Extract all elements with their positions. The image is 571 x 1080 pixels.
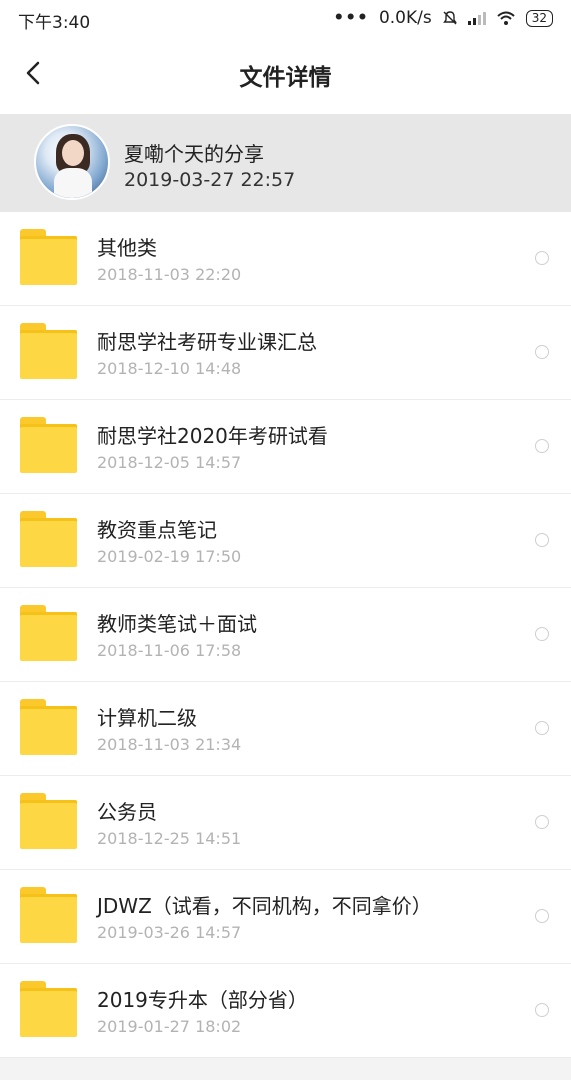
file-date: 2018-11-03 22:20: [97, 265, 242, 284]
nav-bar: 文件详情: [0, 36, 571, 114]
file-date: 2018-12-05 14:57: [97, 453, 242, 472]
file-name: JDWZ（试看，不同机构，不同拿价）: [97, 894, 432, 918]
file-row[interactable]: 公务员 2018-12-25 14:51: [0, 776, 571, 870]
select-radio-icon[interactable]: [535, 533, 549, 547]
page-title: 文件详情: [239, 65, 332, 91]
more-dots: •••: [333, 8, 369, 28]
file-date: 2018-12-25 14:51: [97, 829, 242, 848]
file-name: 耐思学社考研专业课汇总: [97, 330, 317, 354]
select-radio-icon[interactable]: [535, 251, 549, 265]
file-row[interactable]: 计算机二级 2018-11-03 21:34: [0, 682, 571, 776]
file-row[interactable]: 耐思学社考研专业课汇总 2018-12-10 14:48: [0, 306, 571, 400]
file-date: 2019-01-27 18:02: [97, 1017, 242, 1036]
select-radio-icon[interactable]: [535, 439, 549, 453]
status-icons: ••• 0.0K/s 32: [333, 8, 553, 28]
file-date: 2018-11-03 21:34: [97, 735, 242, 754]
file-list: 其他类 2018-11-03 22:20 耐思学社考研专业课汇总 2018-12…: [0, 212, 571, 1058]
folder-icon: [20, 511, 78, 567]
status-bar: 下午3:40 ••• 0.0K/s 32: [0, 0, 571, 36]
folder-icon: [20, 981, 78, 1037]
select-radio-icon[interactable]: [535, 345, 549, 359]
share-header: 夏嘞个天的分享 2019-03-27 22:57: [0, 114, 571, 212]
share-date: 2019-03-27 22:57: [124, 169, 296, 191]
folder-icon: [20, 605, 78, 661]
file-name: 公务员: [97, 800, 157, 824]
file-row[interactable]: JDWZ（试看，不同机构，不同拿价） 2019-03-26 14:57: [0, 870, 571, 964]
folder-icon: [20, 417, 78, 473]
folder-icon: [20, 793, 78, 849]
wifi-icon: [497, 11, 515, 25]
file-name: 其他类: [97, 236, 157, 260]
select-radio-icon[interactable]: [535, 1003, 549, 1017]
folder-icon: [20, 229, 78, 285]
folder-icon: [20, 699, 78, 755]
file-name: 耐思学社2020年考研试看: [97, 424, 328, 448]
mute-icon: [442, 11, 457, 25]
status-time: 下午3:40: [18, 13, 91, 33]
folder-icon: [20, 887, 78, 943]
file-row[interactable]: 耐思学社2020年考研试看 2018-12-05 14:57: [0, 400, 571, 494]
share-owner-name: 夏嘞个天的分享: [124, 142, 264, 166]
file-date: 2019-02-19 17:50: [97, 547, 242, 566]
file-date: 2018-12-10 14:48: [97, 359, 242, 378]
select-radio-icon[interactable]: [535, 815, 549, 829]
file-date: 2019-03-26 14:57: [97, 923, 242, 942]
file-row[interactable]: 2019专升本（部分省） 2019-01-27 18:02: [0, 964, 571, 1058]
select-radio-icon[interactable]: [535, 909, 549, 923]
avatar[interactable]: [34, 124, 110, 200]
file-name: 教师类笔试＋面试: [97, 612, 257, 636]
file-row[interactable]: 教师类笔试＋面试 2018-11-06 17:58: [0, 588, 571, 682]
signal-icon: [467, 11, 486, 25]
file-name: 计算机二级: [97, 706, 197, 730]
file-date: 2018-11-06 17:58: [97, 641, 242, 660]
file-name: 教资重点笔记: [97, 518, 217, 542]
select-radio-icon[interactable]: [535, 627, 549, 641]
file-name: 2019专升本（部分省）: [97, 988, 308, 1012]
file-row[interactable]: 其他类 2018-11-03 22:20: [0, 212, 571, 306]
battery-icon: 32: [525, 9, 553, 27]
net-speed: 0.0K/s: [378, 8, 432, 28]
folder-icon: [20, 323, 78, 379]
file-row[interactable]: 教资重点笔记 2019-02-19 17:50: [0, 494, 571, 588]
select-radio-icon[interactable]: [535, 721, 549, 735]
